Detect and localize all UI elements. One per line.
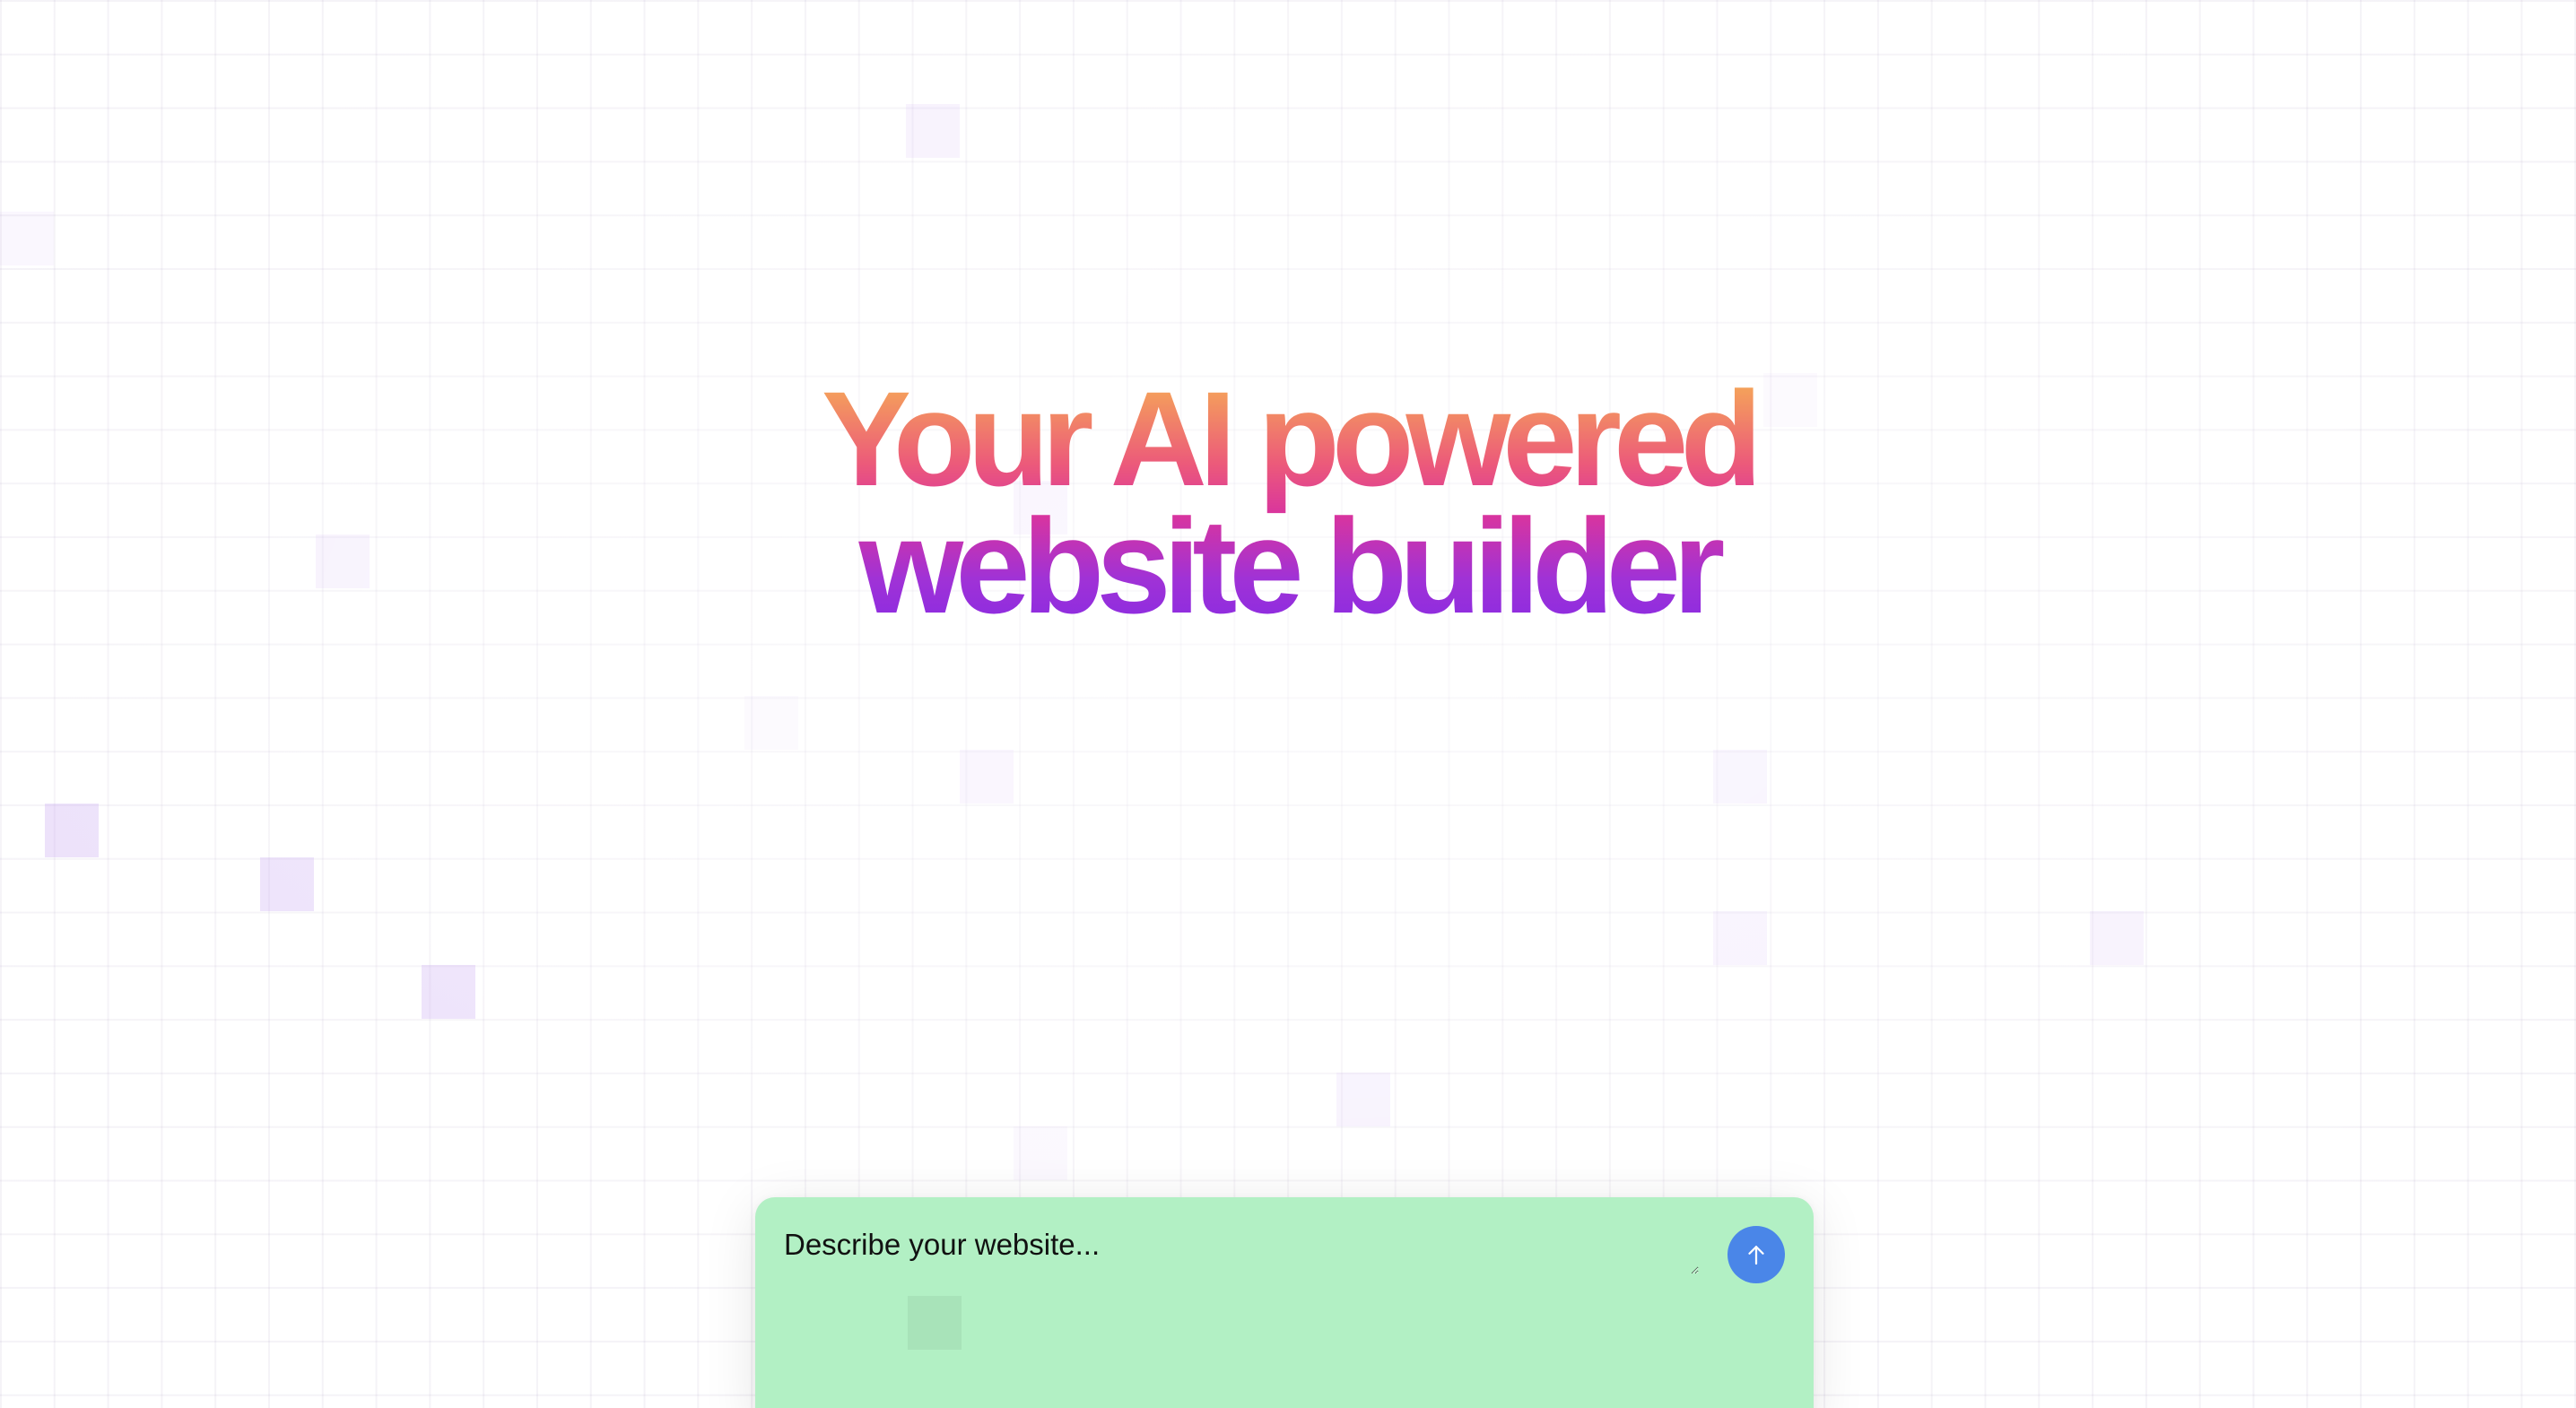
highlight-cell	[908, 1296, 962, 1350]
send-button[interactable]	[1727, 1226, 1785, 1283]
highlight-cell	[960, 750, 1014, 804]
website-description-input[interactable]	[784, 1228, 1699, 1274]
arrow-up-icon	[1743, 1241, 1770, 1268]
highlight-cell	[422, 965, 475, 1019]
highlight-cell	[744, 696, 798, 750]
hero-title-line-2: website builder	[858, 491, 1726, 641]
highlight-cell	[0, 212, 54, 265]
highlight-cell	[45, 804, 99, 857]
highlight-cell	[906, 104, 960, 158]
highlight-cell	[1336, 1073, 1390, 1126]
highlight-cell	[1014, 1126, 1067, 1180]
prompt-card	[755, 1197, 1814, 1408]
hero-title-line-1: Your AI powered	[821, 363, 1762, 514]
hero-title: Your AI powered website builder	[821, 363, 1762, 641]
highlight-cell	[2090, 911, 2144, 965]
hero-heading: Your AI powered website builder	[0, 363, 2576, 641]
highlight-cell	[1713, 750, 1767, 804]
highlight-cell	[260, 857, 314, 911]
highlight-cell	[1713, 911, 1767, 965]
